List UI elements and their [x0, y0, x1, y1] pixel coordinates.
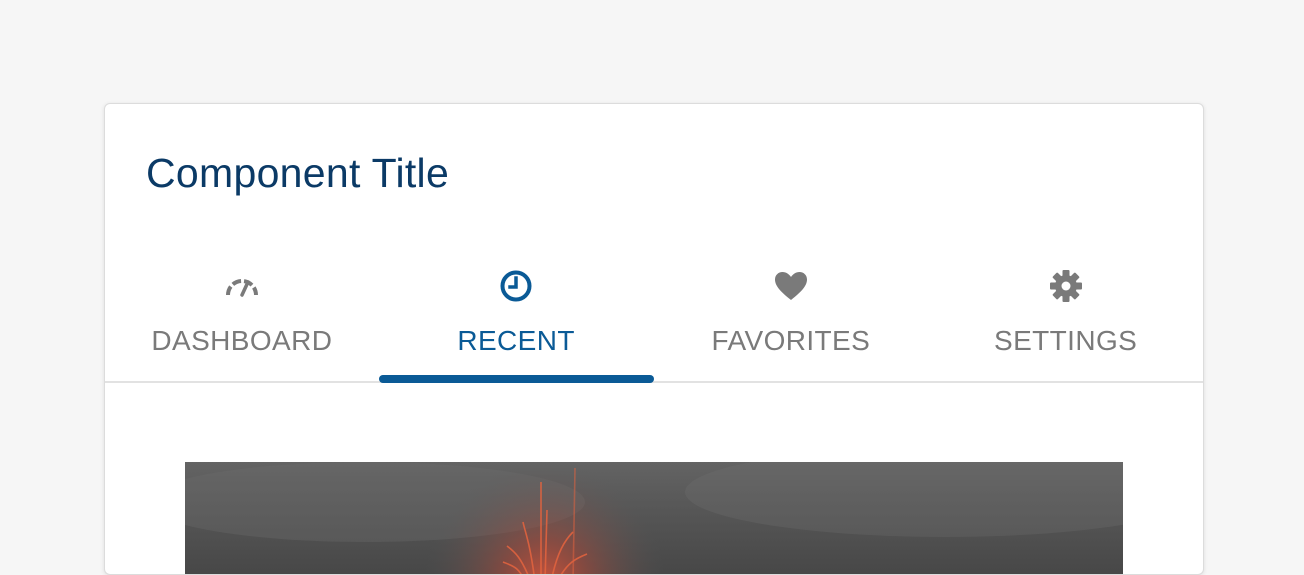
- component-card: Component Title DASHBOARD RECENT FAVORIT…: [104, 103, 1204, 575]
- active-tab-indicator: [378, 375, 654, 383]
- tab-label: SETTINGS: [994, 325, 1138, 356]
- tab-dashboard[interactable]: DASHBOARD: [105, 259, 379, 381]
- tab-settings[interactable]: SETTINGS: [928, 259, 1203, 381]
- tab-label: DASHBOARD: [151, 325, 333, 356]
- tab-label: FAVORITES: [711, 325, 871, 356]
- tab-favorites[interactable]: FAVORITES: [654, 259, 929, 381]
- clock-icon: [499, 269, 533, 303]
- heart-icon: [774, 269, 808, 303]
- volcano-eruption-image: [185, 462, 1123, 574]
- component-title: Component Title: [146, 150, 450, 196]
- tab-recent[interactable]: RECENT: [378, 259, 654, 383]
- tab-content: [105, 383, 1203, 574]
- gauge-icon: [225, 269, 259, 303]
- tab-label: RECENT: [457, 325, 575, 356]
- tab-bar: DASHBOARD RECENT FAVORITES SETTINGS: [105, 259, 1203, 383]
- gear-icon: [1049, 269, 1083, 303]
